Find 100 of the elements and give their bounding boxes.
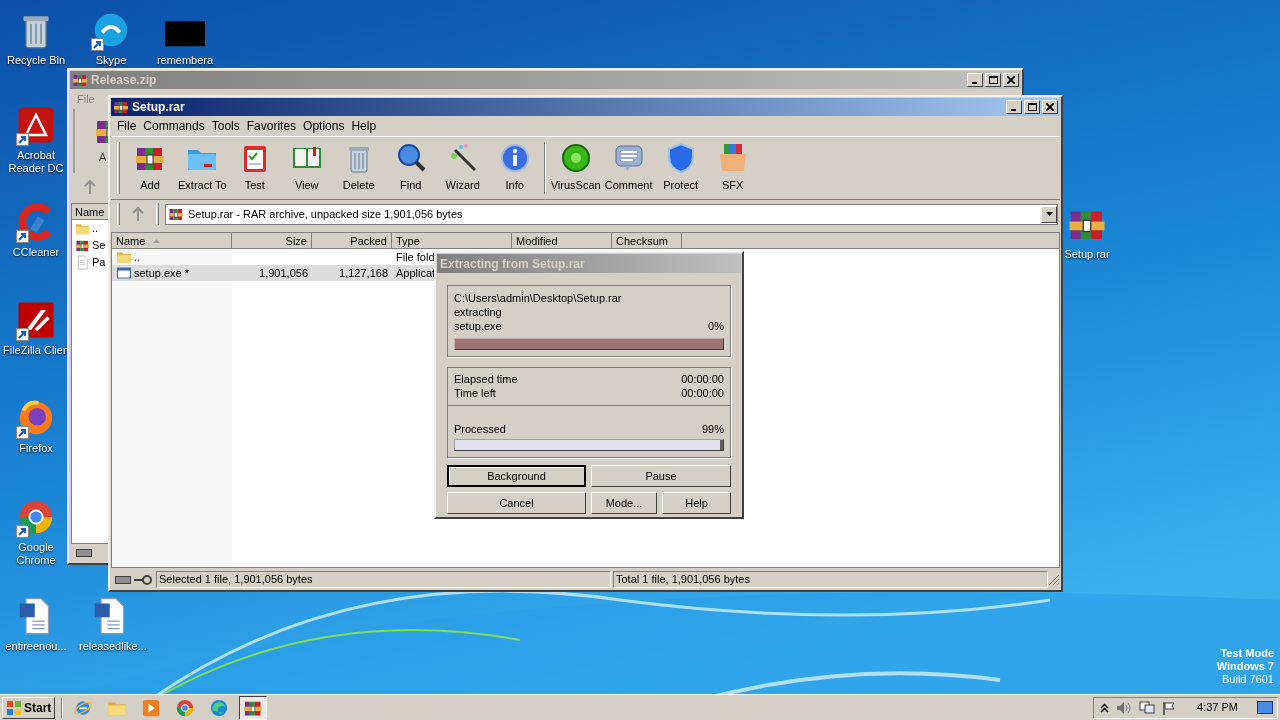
icon-label[interactable]: Skype [95,54,127,67]
key-icon [134,574,152,585]
dropdown-arrow-icon [1045,212,1053,216]
status-text: Selected 1 file, 1,901,056 bytes [156,571,611,588]
maximize-button[interactable] [1024,100,1040,114]
close-button[interactable] [1042,100,1058,114]
text-file-icon [75,255,90,270]
toolbar-button[interactable]: Protect [654,142,707,194]
close-button[interactable] [1003,73,1019,87]
start-button[interactable]: Start [2,696,56,719]
column-header[interactable]: Name [112,233,232,249]
time-value: 00:00:00 [681,372,724,386]
dialog-button[interactable]: Background [447,465,586,487]
table-cell-text: File fold [396,249,434,265]
system-notice-text: Build 7601 [1222,673,1274,686]
drive-icon [76,549,92,557]
dialog-button[interactable]: Cancel [447,492,586,514]
maximize-icon [988,76,998,84]
info-icon [498,142,531,174]
toolbar-button[interactable]: Find [384,142,437,194]
file-name: setup.exe [454,319,502,333]
speaker-icon[interactable] [1116,700,1133,715]
flag-icon[interactable] [1162,700,1177,715]
toolbar-button[interactable]: VirusScan [548,142,603,194]
taskbar-app-button[interactable] [239,695,268,720]
toolbar-button[interactable]: Info [488,142,541,194]
column-header[interactable]: Name [72,204,108,220]
toolbar-button[interactable]: Add [124,142,176,194]
archive-icon [168,206,184,222]
window-title: Setup.rar [132,99,186,116]
folder-icon [75,221,90,236]
close-icon [1007,76,1015,84]
maximize-button[interactable] [985,73,1001,87]
dialog-button[interactable]: Pause [591,465,731,487]
toolbar-button[interactable]: Test [228,142,281,194]
dropdown-button[interactable] [1041,205,1057,223]
system-notice-text: Windows 7 [1216,660,1274,673]
icon-label[interactable]: Recycle Bin [6,54,66,67]
table-cell-text: setup.exe * [134,265,190,281]
icon-label[interactable]: CCleaner [12,246,60,259]
address-field[interactable]: Setup.rar - RAR archive, unpacked size 1,901,056 bytes [165,203,1058,225]
dialog-button[interactable]: Mode... [591,492,657,514]
dialog-button[interactable]: Help [662,492,731,514]
icon-label[interactable]: Google Chrome [4,541,68,567]
percent-text: 0% [708,319,724,333]
progress-label: Processed [454,422,506,436]
dialog-title: Extracting from Setup.rar [440,255,585,273]
icon-label[interactable]: Acrobat Reader DC [4,149,68,175]
menu-item[interactable]: File [114,117,140,135]
menu-item[interactable]: Options [300,117,348,135]
window-icon [116,265,132,281]
chevron-up-icon[interactable] [1100,702,1110,713]
browser-icon [209,697,230,718]
table-cell-text: .. [134,249,141,265]
time-label: Elapsed time [454,372,518,386]
toolbar-button[interactable]: Delete [332,142,385,194]
column-header[interactable]: Type [392,233,512,249]
windows-logo-icon [6,699,22,716]
toolbar-button[interactable]: View [280,142,333,194]
status-text: Total 1 file, 1,901,056 bytes [613,571,1048,588]
clock[interactable]: 4:37 PM [1197,699,1238,716]
close-icon [1046,103,1054,111]
menu-item[interactable]: Commands [140,117,208,135]
column-header[interactable]: Checksum [612,233,682,249]
network-icon[interactable] [1139,700,1156,715]
file-row[interactable]: .. File fold [112,249,434,265]
toolbar-button[interactable]: SFX [706,142,759,194]
menu-item[interactable]: Tools [208,117,243,135]
file-name: .. [92,221,99,237]
minimize-button[interactable] [1006,100,1022,114]
icon-label[interactable]: Firefox [19,442,53,455]
table-cell-text: 1,901,056 [259,265,308,281]
time-value: 00:00:00 [681,386,724,400]
column-header[interactable]: Size [232,233,312,249]
archive-icon [75,238,90,253]
file-name: Se [92,238,106,254]
toolbar-button[interactable]: Comment [602,142,655,194]
toolbar-button[interactable]: Wizard [436,142,489,194]
resize-grip-icon[interactable] [1048,573,1060,586]
time-label: Time left [454,386,496,400]
icon-label[interactable]: remembera [156,54,214,67]
drive-icon [115,575,131,584]
file-name: Pa [92,255,106,271]
menu-item[interactable]: Favorites [243,117,300,135]
address-text: Setup.rar - RAR archive, unpacked size 1,901,056 bytes [188,206,463,222]
menu-item[interactable]: Help [348,117,380,135]
toolbar-button[interactable]: A [99,149,107,166]
show-desktop-icon[interactable] [1257,701,1273,714]
system-notice-text: Test Mode [1220,647,1274,660]
icon-label[interactable]: Setup.rar [1064,248,1110,261]
toolbar-button[interactable]: Extract To [176,142,229,194]
percent-text: 99% [701,422,724,436]
maximize-icon [1027,103,1037,111]
column-header[interactable]: Packed [312,233,392,249]
status-text: extracting [454,305,503,319]
column-header[interactable]: Modified [512,233,612,249]
disc-icon [559,142,592,174]
archive-path: C:\Users\admin\Desktop\Setup.rar [454,291,623,305]
window-title: Release.zip [91,72,158,89]
minimize-button[interactable] [967,73,983,87]
